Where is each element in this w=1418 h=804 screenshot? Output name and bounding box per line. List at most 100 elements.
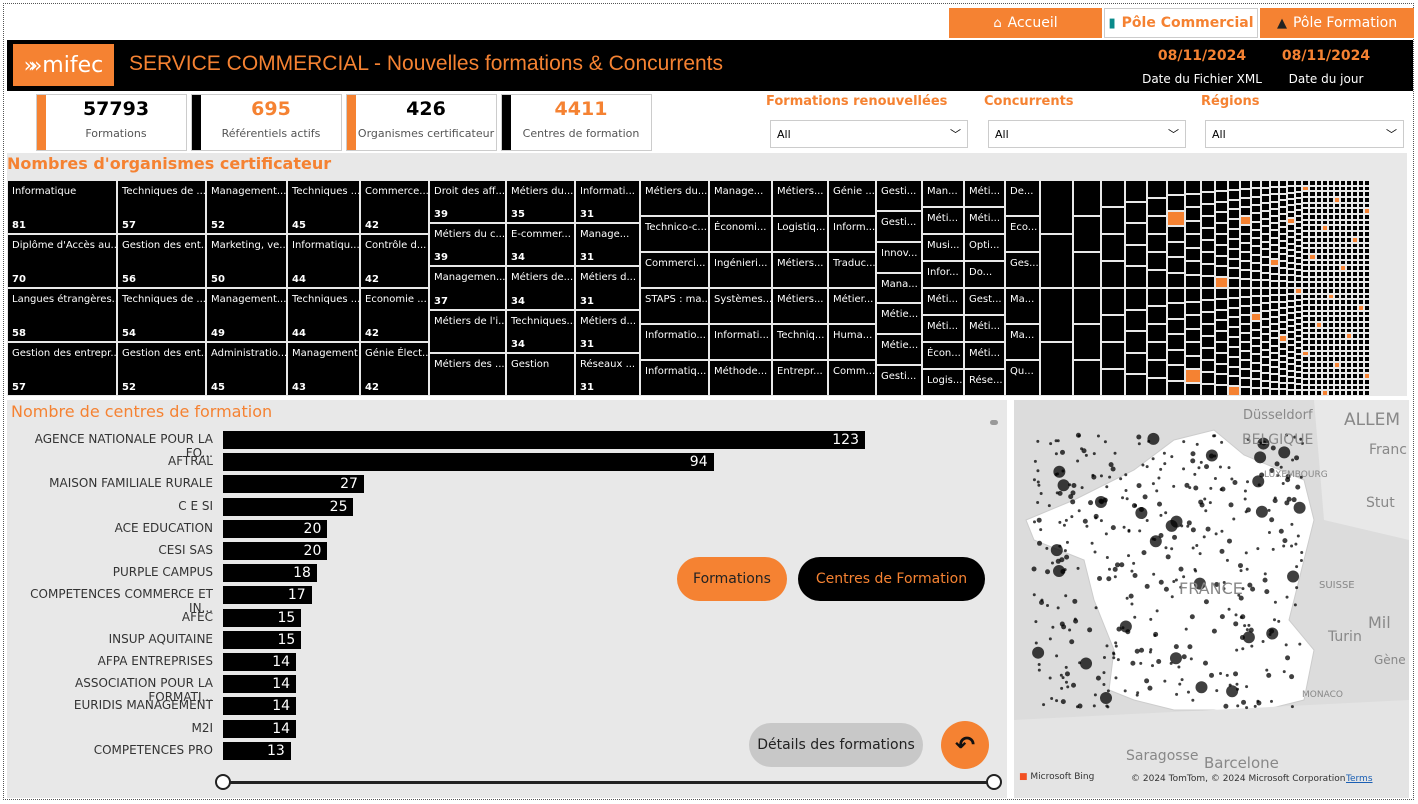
map-point[interactable] bbox=[1289, 674, 1295, 680]
map-point[interactable] bbox=[1294, 455, 1300, 461]
map-point[interactable] bbox=[1095, 675, 1101, 681]
map-point[interactable] bbox=[1228, 683, 1232, 687]
details-formations-button[interactable]: Détails des formations bbox=[749, 723, 923, 767]
map-point[interactable] bbox=[1187, 644, 1193, 650]
map-point[interactable] bbox=[1114, 644, 1118, 648]
treemap-cell[interactable] bbox=[1270, 295, 1279, 303]
treemap-cell[interactable]: Entrepr... bbox=[772, 360, 828, 396]
map-point[interactable] bbox=[1138, 529, 1142, 533]
treemap-cell[interactable] bbox=[1251, 221, 1261, 230]
map-point[interactable] bbox=[1269, 628, 1275, 634]
treemap-cell[interactable]: Métiers du... bbox=[640, 180, 709, 216]
treemap-cell[interactable]: Gestion des entrepr... 57 bbox=[7, 342, 117, 396]
map-point[interactable] bbox=[1170, 595, 1174, 599]
treemap-cell[interactable] bbox=[1201, 312, 1215, 324]
map-point[interactable] bbox=[1269, 517, 1275, 523]
map-point[interactable] bbox=[1077, 434, 1081, 438]
treemap-cell[interactable] bbox=[1240, 252, 1251, 261]
map-point[interactable] bbox=[1114, 641, 1118, 645]
map-point[interactable] bbox=[1195, 543, 1199, 547]
treemap-cell[interactable] bbox=[1125, 266, 1147, 288]
treemap-cell[interactable] bbox=[1167, 210, 1185, 227]
treemap-cell[interactable] bbox=[1251, 204, 1261, 214]
map-point[interactable] bbox=[1064, 554, 1070, 560]
treemap-cell[interactable] bbox=[1185, 234, 1201, 248]
map-point[interactable] bbox=[1204, 464, 1210, 470]
map-point[interactable] bbox=[1071, 682, 1077, 688]
treemap-cell[interactable] bbox=[1251, 254, 1261, 264]
map-point[interactable] bbox=[1293, 501, 1306, 514]
map-point[interactable] bbox=[1220, 486, 1226, 492]
treemap-cell[interactable] bbox=[1101, 207, 1125, 234]
treemap-cell[interactable]: Métiers... bbox=[772, 288, 828, 324]
treemap-cell[interactable] bbox=[1185, 301, 1201, 315]
map-point[interactable] bbox=[1134, 648, 1140, 654]
treemap-cell[interactable] bbox=[1261, 342, 1270, 350]
map-point[interactable] bbox=[1155, 609, 1159, 613]
treemap-cell[interactable] bbox=[1215, 277, 1228, 288]
map-point[interactable] bbox=[1256, 547, 1260, 551]
map-point[interactable] bbox=[1245, 685, 1249, 689]
map-point[interactable] bbox=[1032, 593, 1036, 597]
treemap-cell[interactable] bbox=[1228, 180, 1240, 190]
treemap-cell[interactable] bbox=[1279, 301, 1287, 309]
treemap-cell[interactable] bbox=[1240, 207, 1251, 216]
treemap-cell[interactable] bbox=[1215, 331, 1228, 342]
map-point[interactable] bbox=[1159, 513, 1163, 517]
treemap-cell[interactable] bbox=[1279, 254, 1287, 261]
treemap-cell[interactable]: Ingénieri... bbox=[709, 252, 772, 288]
treemap-cell[interactable] bbox=[1101, 288, 1125, 315]
map-point[interactable] bbox=[1235, 648, 1239, 652]
map-point[interactable] bbox=[1223, 703, 1229, 709]
treemap-cell[interactable]: Méti... bbox=[922, 315, 964, 342]
map-point[interactable] bbox=[1130, 602, 1134, 606]
map-point[interactable] bbox=[1045, 546, 1049, 550]
treemap-cell[interactable]: Commerci... bbox=[640, 252, 709, 288]
map-point[interactable] bbox=[1241, 699, 1247, 705]
treemap-cell[interactable] bbox=[1261, 311, 1270, 319]
treemap-cell[interactable] bbox=[1270, 266, 1279, 274]
map-point[interactable] bbox=[1125, 629, 1131, 635]
map-point[interactable] bbox=[1107, 567, 1111, 571]
treemap-cell[interactable] bbox=[1309, 390, 1316, 396]
treemap-cell[interactable] bbox=[1215, 190, 1228, 202]
treemap-cell[interactable] bbox=[1240, 333, 1251, 342]
map-point[interactable] bbox=[1037, 540, 1043, 546]
map-point[interactable] bbox=[1152, 572, 1156, 576]
treemap-cell[interactable] bbox=[1251, 337, 1261, 347]
map-point[interactable] bbox=[1178, 682, 1182, 686]
treemap-cell[interactable]: Méthode... bbox=[709, 360, 772, 396]
treemap-cell[interactable] bbox=[1228, 268, 1240, 279]
map-point[interactable] bbox=[1227, 607, 1231, 611]
bar[interactable]: 94 bbox=[223, 453, 714, 472]
treemap-cell[interactable] bbox=[1240, 351, 1251, 360]
map-point[interactable] bbox=[1190, 527, 1196, 533]
treemap-cell[interactable] bbox=[1251, 379, 1261, 388]
treemap-cell[interactable] bbox=[1185, 288, 1201, 302]
map-point[interactable] bbox=[1055, 699, 1059, 703]
map-point[interactable] bbox=[1032, 520, 1036, 524]
bar[interactable]: 27 bbox=[223, 475, 364, 494]
treemap-cell[interactable]: Manage... 31 bbox=[575, 223, 640, 267]
map-point[interactable] bbox=[1172, 534, 1178, 540]
treemap-cell[interactable]: Langues étrangères... 58 bbox=[7, 288, 117, 342]
map-point[interactable] bbox=[1244, 551, 1248, 555]
treemap-cell[interactable] bbox=[1240, 288, 1251, 297]
tab-pole-formation[interactable]: ▲ Pôle Formation bbox=[1260, 8, 1414, 38]
map-point[interactable] bbox=[1285, 655, 1291, 661]
map-point[interactable] bbox=[1271, 547, 1275, 551]
bar[interactable]: 14 bbox=[223, 653, 297, 671]
map-point[interactable] bbox=[1149, 648, 1153, 652]
map-point[interactable] bbox=[1116, 626, 1122, 632]
treemap-cell[interactable] bbox=[1185, 261, 1201, 275]
treemap-cell[interactable] bbox=[1185, 369, 1201, 383]
treemap-cell[interactable] bbox=[1185, 207, 1201, 221]
map-point[interactable] bbox=[1250, 586, 1256, 592]
treemap-cell[interactable]: Techniques de ... 57 bbox=[117, 180, 206, 234]
map-point[interactable] bbox=[1247, 623, 1251, 627]
map-point[interactable] bbox=[1075, 705, 1079, 709]
map-point[interactable] bbox=[1204, 509, 1208, 513]
treemap-cell[interactable] bbox=[1279, 213, 1287, 221]
map-point[interactable] bbox=[1269, 699, 1273, 703]
map-point[interactable] bbox=[1130, 660, 1136, 666]
